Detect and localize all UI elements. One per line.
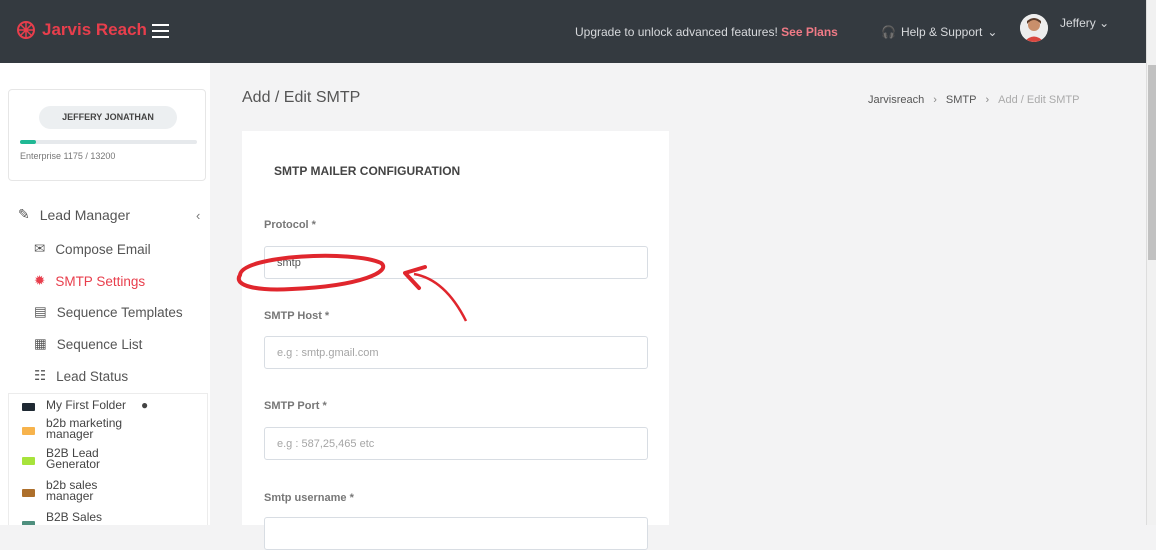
smtp-port-label: SMTP Port * [264, 400, 327, 412]
see-plans-link[interactable]: See Plans [781, 25, 838, 39]
sidebar-item-label: Compose Email [55, 241, 151, 257]
smtp-port-input[interactable] [264, 427, 648, 460]
folder-label: My First Folder [46, 398, 127, 412]
shield-icon: ● [141, 398, 149, 412]
scrollbar-thumb[interactable] [1148, 65, 1156, 260]
page-scrollbar[interactable] [1146, 0, 1156, 525]
sidebar-item-compose-email[interactable]: ✉ Compose Email [34, 241, 151, 257]
protocol-input[interactable] [264, 246, 648, 279]
upgrade-message: Upgrade to unlock advanced features! See… [575, 25, 838, 39]
brand-name: Jarvis Reach [42, 20, 147, 39]
sidebar-item-label: Lead Status [56, 368, 129, 384]
folder-icon [22, 457, 35, 465]
user-usage-card: JEFFERY JONATHAN Enterprise 1175 / 13200 [8, 89, 206, 181]
top-navigation-bar: Jarvis Reach Upgrade to unlock advanced … [0, 0, 1146, 63]
lead-manager-menu[interactable]: ✎ Lead Manager [18, 206, 130, 223]
usage-progress-fill [20, 140, 36, 144]
folder-b2b-lead-generator[interactable]: B2B Lead Generator [22, 446, 130, 471]
breadcrumb-current: Add / Edit SMTP [998, 94, 1080, 106]
chevron-down-icon: ⌄ [987, 25, 998, 39]
logo-icon [17, 21, 35, 39]
smtp-host-input[interactable] [264, 336, 648, 369]
smtp-host-label: SMTP Host * [264, 310, 330, 322]
folder-icon [22, 521, 35, 525]
gear-icon: ✹ [34, 273, 46, 288]
breadcrumb-smtp[interactable]: SMTP [946, 94, 977, 106]
folder-b2b-sales-manager[interactable]: b2b sales manager [22, 478, 130, 503]
folder-icon [22, 403, 35, 411]
help-support-menu[interactable]: 🎧 Help & Support ⌄ [881, 25, 997, 39]
checklist-icon: ☷ [34, 368, 47, 383]
folder-label: B2B Lead Generator [46, 446, 101, 471]
person-avatar-icon [1020, 14, 1048, 42]
edit-icon: ✎ [18, 206, 30, 222]
user-name: Jeffery [1060, 16, 1096, 30]
smtp-username-input[interactable] [264, 517, 648, 550]
smtp-username-label: Smtp username * [264, 492, 354, 504]
chevron-right-icon: › [985, 94, 990, 106]
folder-label: b2b marketing manager [46, 416, 123, 441]
chevron-right-icon: › [933, 94, 937, 106]
folder-list: My First Folder ● b2b marketing manager … [8, 393, 208, 525]
smtp-configuration-card: SMTP MAILER CONFIGURATION Protocol * SMT… [242, 131, 669, 550]
folder-b2b-sales[interactable]: B2B Sales [22, 510, 130, 525]
user-name-badge: JEFFERY JONATHAN [39, 106, 177, 129]
chevron-down-icon: ⌄ [1099, 16, 1110, 30]
protocol-label: Protocol * [264, 219, 316, 231]
menu-toggle-icon[interactable] [152, 24, 169, 38]
configuration-title: SMTP MAILER CONFIGURATION [274, 164, 461, 178]
collapse-arrow-icon[interactable]: ‹ [196, 208, 200, 223]
folder-b2b-marketing-manager[interactable]: b2b marketing manager [22, 416, 130, 441]
upgrade-text: Upgrade to unlock advanced features! [575, 25, 778, 39]
page-title: Add / Edit SMTP [242, 89, 361, 106]
folder-label: b2b sales manager [46, 478, 98, 503]
sidebar-item-smtp-settings[interactable]: ✹ SMTP Settings [34, 273, 145, 289]
brand-logo[interactable]: Jarvis Reach [16, 20, 147, 40]
sidebar-item-lead-status[interactable]: ☷ Lead Status [34, 368, 128, 384]
sidebar-item-label: Sequence List [56, 336, 143, 352]
templates-icon: ▤ [34, 304, 47, 319]
folder-icon [22, 489, 35, 497]
list-icon: ▦ [34, 336, 47, 351]
sidebar-item-sequence-templates[interactable]: ▤ Sequence Templates [34, 304, 183, 320]
breadcrumb: Jarvisreach › SMTP › Add / Edit SMTP [868, 94, 1079, 106]
folder-label: B2B Sales [46, 510, 103, 524]
folder-my-first-folder[interactable]: My First Folder ● [22, 398, 149, 412]
avatar[interactable] [1020, 14, 1048, 42]
lead-manager-label: Lead Manager [39, 206, 131, 223]
headset-icon: 🎧 [881, 25, 896, 39]
sidebar-item-sequence-list[interactable]: ▦ Sequence List [34, 336, 142, 352]
sidebar: JEFFERY JONATHAN Enterprise 1175 / 13200… [0, 63, 210, 525]
help-support-label: Help & Support [900, 25, 983, 39]
sidebar-item-label: Sequence Templates [56, 304, 183, 320]
usage-progress-bar [20, 140, 197, 144]
breadcrumb-home[interactable]: Jarvisreach [868, 94, 924, 106]
envelope-icon: ✉ [34, 241, 46, 256]
user-menu[interactable]: Jeffery ⌄ [1060, 16, 1109, 30]
plan-usage-text: Enterprise 1175 / 13200 [20, 151, 116, 161]
folder-icon [22, 427, 35, 435]
sidebar-item-label: SMTP Settings [55, 273, 146, 289]
